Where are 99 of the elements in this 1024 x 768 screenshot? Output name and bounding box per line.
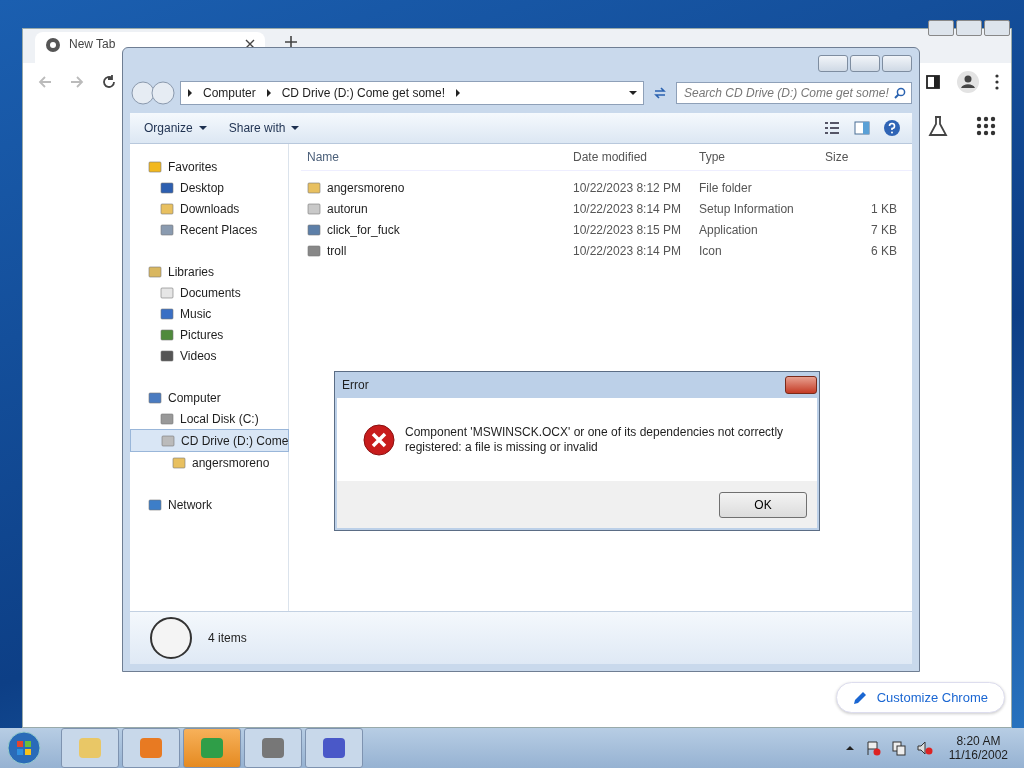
file-name[interactable]: autorun — [301, 201, 567, 216]
item-count: 4 items — [208, 631, 247, 645]
breadcrumb-item[interactable]: CD Drive (D:) Come get some! — [281, 86, 446, 100]
flag-icon[interactable] — [864, 740, 881, 756]
reload-icon[interactable] — [101, 74, 117, 90]
nav-item-icon — [160, 306, 174, 321]
nav-item-icon — [161, 433, 175, 448]
nav-item-icon — [172, 455, 186, 470]
type-cell-text: Setup Information — [698, 201, 795, 216]
nav-item[interactable]: Libraries — [130, 261, 288, 282]
nav-item[interactable]: Videos — [130, 345, 288, 366]
nav-item-icon — [148, 497, 162, 512]
preview-pane-icon[interactable] — [854, 120, 870, 136]
nav-item-icon — [160, 201, 174, 216]
nav-item-icon — [160, 180, 174, 195]
close-icon[interactable] — [245, 39, 255, 49]
customize-chrome-button[interactable]: Customize Chrome — [835, 682, 1005, 713]
column-header[interactable]: Name — [301, 150, 567, 164]
close-button[interactable] — [882, 54, 912, 72]
chevron-right-icon[interactable] — [455, 89, 462, 97]
file-icon — [307, 243, 321, 258]
dropdown-icon[interactable] — [629, 90, 637, 96]
nav-item-icon — [160, 327, 174, 342]
nav-item-icon — [160, 411, 174, 426]
nav-item-icon — [160, 348, 174, 363]
side-panel-icon[interactable] — [925, 74, 941, 90]
apps-grid-icon[interactable] — [975, 115, 997, 137]
dialog-title: Error — [342, 378, 369, 392]
pencil-icon — [852, 690, 867, 705]
column-header[interactable]: Date modified — [567, 150, 693, 164]
taskbar-app-button[interactable] — [305, 728, 363, 768]
toolbar-menu-button[interactable]: Organize — [140, 119, 211, 137]
window-caption-buttons[interactable] — [928, 20, 1010, 36]
nav-item-icon — [160, 285, 174, 300]
file-name[interactable]: troll — [301, 243, 567, 258]
maximize-button[interactable] — [850, 54, 880, 72]
size-cell-text: 1 KB — [870, 201, 897, 216]
clock-date[interactable]: 11/16/2002 — [948, 748, 1008, 762]
flask-icon[interactable] — [927, 115, 949, 137]
muted-speaker-icon[interactable] — [916, 740, 933, 756]
size-cell-text: 7 KB — [870, 222, 897, 237]
nav-item[interactable]: Music — [130, 303, 288, 324]
nav-item-icon — [148, 390, 162, 405]
taskbar-app-button[interactable] — [244, 728, 302, 768]
search-field[interactable]: Search CD Drive (D:) Come get some! — [676, 82, 912, 104]
error-message: Component 'MSWINSCK.OCX' or one of its dependencies not correctly registered: a file is missing or invalid — [405, 424, 785, 455]
clock-time[interactable]: 8:20 AM — [956, 734, 1001, 748]
show-hidden-icons[interactable] — [844, 743, 855, 753]
search-icon — [894, 87, 906, 99]
network-icon[interactable] — [890, 740, 907, 756]
error-icon — [363, 423, 395, 456]
type-cell-text: Icon — [698, 243, 723, 258]
nav-item[interactable]: angersmoreno — [130, 452, 288, 473]
chevron-right-icon[interactable] — [265, 89, 272, 97]
caret-icon — [198, 125, 207, 131]
new-tab-icon[interactable] — [285, 36, 297, 48]
round-icon — [148, 615, 194, 661]
nav-item[interactable]: Network — [130, 494, 288, 515]
menu-icon[interactable] — [995, 74, 999, 90]
view-options-icon[interactable] — [824, 120, 840, 136]
nav-item[interactable]: Recent Places — [130, 219, 288, 240]
type-cell-text: Application — [698, 222, 759, 237]
date-cell-text: 10/22/2023 8:14 PM — [572, 243, 683, 258]
nav-item[interactable]: CD Drive (D:) Come — [130, 429, 289, 452]
browser-logo-icon — [45, 37, 61, 53]
address-bar[interactable]: Computer CD Drive (D:) Come get some! — [180, 81, 644, 105]
column-header[interactable]: Type — [693, 150, 819, 164]
caret-icon — [291, 125, 300, 131]
column-header[interactable]: Size — [819, 150, 897, 164]
nav-item-icon — [148, 264, 162, 279]
refresh-icon[interactable] — [652, 85, 668, 101]
nav-item[interactable]: Downloads — [130, 198, 288, 219]
nav-item[interactable]: Computer — [130, 387, 288, 408]
chevron-right-icon[interactable] — [187, 89, 193, 97]
profile-icon[interactable] — [957, 71, 979, 93]
file-name[interactable]: angersmoreno — [301, 180, 567, 195]
minimize-button[interactable] — [818, 54, 848, 72]
nav-item-icon — [148, 159, 162, 174]
nav-item[interactable]: Desktop — [130, 177, 288, 198]
nav-item[interactable]: Favorites — [130, 156, 288, 177]
start-button[interactable] — [6, 730, 42, 766]
nav-item-icon — [160, 222, 174, 237]
nav-item[interactable]: Pictures — [130, 324, 288, 345]
type-cell-text: File folder — [698, 180, 753, 195]
file-icon — [307, 180, 321, 195]
ok-button[interactable]: OK — [719, 491, 807, 518]
file-icon — [307, 201, 321, 216]
nav-item[interactable]: Documents — [130, 282, 288, 303]
breadcrumb-item[interactable]: Computer — [203, 86, 256, 100]
file-icon — [307, 222, 321, 237]
date-cell-text: 10/22/2023 8:15 PM — [572, 222, 683, 237]
close-button[interactable] — [785, 376, 817, 394]
help-icon[interactable] — [884, 120, 900, 136]
toolbar-menu-button[interactable]: Share with — [224, 119, 304, 137]
size-cell-text: 6 KB — [870, 243, 897, 258]
nav-item[interactable]: Local Disk (C:) — [130, 408, 288, 429]
file-name[interactable]: click_for_fuck — [301, 222, 567, 237]
date-cell-text: 10/22/2023 8:12 PM — [572, 180, 683, 195]
date-cell-text: 10/22/2023 8:14 PM — [572, 201, 683, 216]
